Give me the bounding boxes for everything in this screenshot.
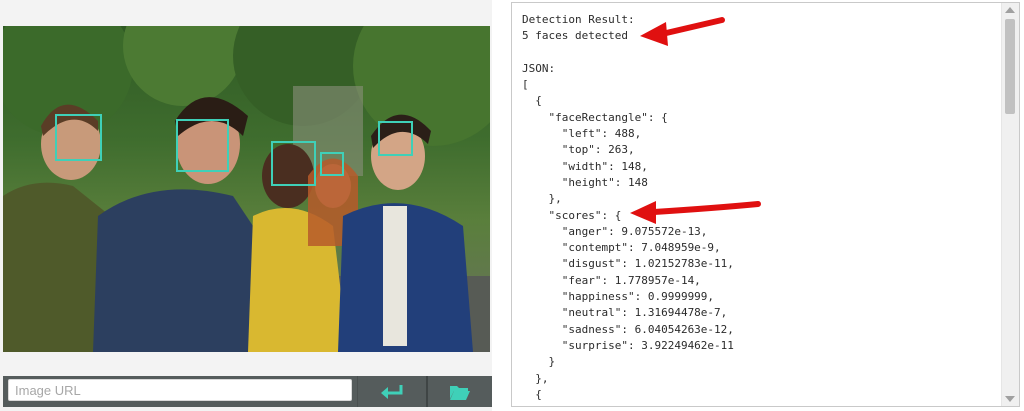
json-line: "fear": 1.778957e-14, [522, 273, 701, 287]
scroll-down-arrow-icon[interactable] [1005, 396, 1015, 402]
json-line: "disgust": 1.02152783e-11, [522, 257, 734, 271]
face-rectangle [271, 141, 316, 186]
json-line: { [522, 94, 542, 108]
enter-arrow-icon [380, 384, 402, 399]
json-line: "faceRectangle": { [522, 110, 668, 124]
photo-illustration [3, 26, 490, 352]
detection-photo [3, 26, 490, 352]
json-line: [ [522, 78, 529, 92]
json-line: }, [522, 192, 562, 206]
json-line: { [522, 387, 542, 401]
vertical-scrollbar[interactable] [1001, 3, 1019, 406]
folder-open-icon [450, 385, 470, 400]
annotation-arrow-icon [640, 17, 725, 46]
result-heading: Detection Result: [522, 13, 635, 26]
image-url-input[interactable] [8, 379, 352, 401]
json-line: "left": 488, [522, 127, 642, 141]
json-line: } [522, 355, 556, 369]
face-rectangle [55, 114, 102, 161]
annotation-arrow-icon [630, 201, 761, 224]
scrollbar-thumb[interactable] [1005, 19, 1015, 114]
json-line: "contempt": 7.048959e-9, [522, 241, 721, 255]
image-url-bar [3, 376, 492, 407]
json-line: "top": 263, [522, 143, 635, 157]
image-panel [0, 0, 492, 411]
face-rectangle [320, 152, 344, 176]
json-line: "anger": 9.075572e-13, [522, 224, 708, 238]
json-line: "neutral": 1.31694478e-7, [522, 306, 728, 320]
json-line: "width": 148, [522, 159, 648, 173]
face-rectangle [176, 119, 229, 172]
detection-result-text: Detection Result: 5 faces detected JSON:… [522, 12, 1002, 403]
json-line: "happiness": 0.9999999, [522, 290, 715, 304]
json-line: "surprise": 3.92249462e-11 [522, 338, 734, 352]
json-line: "sadness": 6.04054263e-12, [522, 322, 734, 336]
submit-url-button[interactable] [357, 376, 425, 407]
face-rectangle [378, 121, 413, 156]
json-label: JSON: [522, 61, 556, 75]
json-line: "scores": { [522, 208, 622, 222]
json-line: }, [522, 371, 549, 385]
scroll-up-arrow-icon[interactable] [1005, 7, 1015, 13]
browse-file-button[interactable] [426, 376, 492, 407]
json-line: "height": 148 [522, 175, 648, 189]
faces-detected-summary: 5 faces detected [522, 29, 628, 43]
detection-result-panel[interactable]: Detection Result: 5 faces detected JSON:… [511, 2, 1020, 407]
